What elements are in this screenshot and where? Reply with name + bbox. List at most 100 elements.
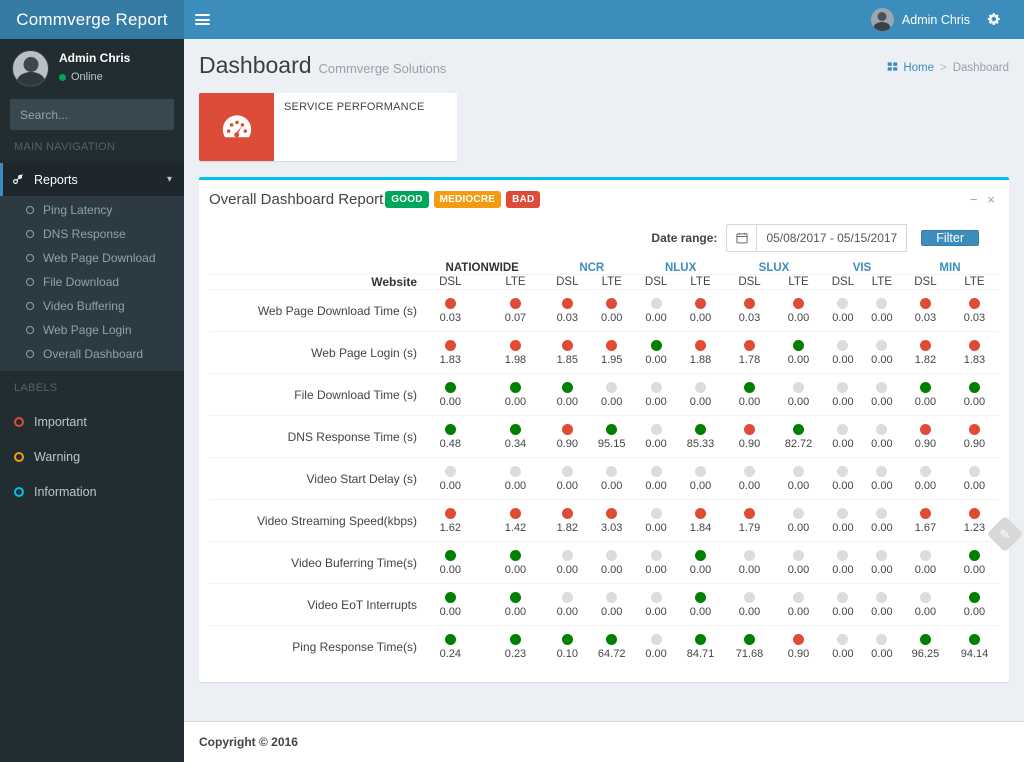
cell-value: 0.48	[439, 437, 461, 450]
status-indicator-green	[793, 339, 804, 351]
table-cell: 0.00	[725, 373, 774, 416]
status-indicator-gray	[876, 465, 888, 477]
table-body: Web Page Download Time (s) 0.03 0.07 0.03 0.…	[209, 289, 999, 668]
status-indicator-gray	[793, 591, 804, 603]
cell-value: 0.00	[738, 563, 761, 576]
sidebar-user-panel[interactable]: Admin Chris Online	[0, 39, 184, 97]
service-performance-infobox[interactable]: SERVICE PERFORMANCE	[199, 93, 457, 161]
col-header-slux-lte: LTE	[774, 274, 823, 290]
table-cell: 1.95	[587, 331, 637, 374]
cell-value: 0.00	[787, 353, 810, 366]
region-header-min[interactable]: MIN	[901, 262, 999, 275]
cell-value: 96.25	[911, 647, 940, 660]
sidebar-item-file-download[interactable]: File Download	[0, 270, 184, 294]
box-tools: − ×	[970, 193, 999, 206]
cell-value: 0.00	[963, 479, 986, 492]
cell-value: 1.83	[439, 353, 461, 366]
minimize-icon[interactable]: −	[970, 193, 978, 206]
hamburger-icon[interactable]	[184, 0, 220, 39]
cell-value: 0.03	[914, 311, 937, 324]
cell-value: 0.00	[787, 605, 810, 618]
gear-icon[interactable]	[981, 0, 1014, 39]
sidebar-item-video-buffering[interactable]: Video Buffering	[0, 294, 184, 318]
status-indicator-gray	[837, 381, 849, 393]
table-cell: 0.00	[417, 373, 484, 416]
sidebar-label-important[interactable]: Important	[0, 404, 184, 439]
cell-value: 0.90	[738, 437, 761, 450]
sidebar-item-overall-dashboard[interactable]: Overall Dashboard	[0, 342, 184, 366]
region-header-nlux[interactable]: NLUX	[636, 262, 725, 275]
cell-value: 0.03	[556, 311, 578, 324]
table-cell: 0.03	[949, 289, 999, 332]
region-header-vis[interactable]: VIS	[823, 262, 901, 275]
sidebar-item-ping-latency[interactable]: Ping Latency	[0, 198, 184, 222]
cell-value: 0.00	[600, 395, 623, 408]
breadcrumb-home[interactable]: Home	[887, 61, 934, 75]
date-range-label: Date range:	[651, 231, 718, 245]
table-cell: 0.90	[949, 415, 999, 458]
cell-value: 0.00	[871, 437, 893, 450]
table-cell: 0.00	[483, 541, 548, 584]
cell-value: 0.00	[832, 605, 854, 618]
table-cell: 0.00	[949, 373, 999, 416]
col-header-ncr-lte: LTE	[587, 274, 637, 290]
date-range-input[interactable]: 05/08/2017 - 05/15/2017	[756, 224, 908, 252]
search-box[interactable]	[10, 99, 174, 130]
cell-value: 0.00	[645, 437, 667, 450]
status-indicator-red	[509, 507, 521, 519]
status-indicator-red	[444, 507, 456, 519]
cell-value: 0.00	[504, 395, 527, 408]
date-range-group[interactable]: 05/08/2017 - 05/15/2017	[726, 224, 908, 252]
status-indicator-red	[606, 507, 618, 519]
sidebar-item-web-page-download[interactable]: Web Page Download	[0, 246, 184, 270]
table-row-label: Web Page Login (s)	[209, 331, 417, 374]
status-indicator-gray	[650, 381, 662, 393]
table-cell: 1.42	[483, 499, 548, 542]
table-cell: 0.00	[774, 541, 823, 584]
table-cell: 0.00	[862, 331, 901, 374]
status-indicator-green	[606, 633, 618, 645]
table-cell: 0.00	[823, 331, 863, 374]
region-header-slux[interactable]: SLUX	[725, 262, 823, 275]
navbar-right: Admin Chris	[860, 0, 1014, 39]
status-indicator-red	[968, 423, 980, 435]
search-input[interactable]	[11, 107, 173, 122]
table-cell: 0.90	[774, 625, 823, 668]
sidebar-item-web-page-login[interactable]: Web Page Login	[0, 318, 184, 342]
status-indicator-gray	[561, 549, 573, 561]
page-subtitle: Commverge Solutions	[318, 61, 447, 76]
region-header-ncr[interactable]: NCR	[547, 262, 636, 275]
status-indicator-gray	[509, 465, 521, 477]
status-indicator-green	[695, 549, 706, 561]
close-icon[interactable]: ×	[987, 193, 995, 206]
table-row-label: Video Buferring Time(s)	[209, 541, 417, 584]
cell-value: 0.90	[963, 437, 986, 450]
sidebar-label-warning[interactable]: Warning	[0, 439, 184, 474]
navbar-user-menu[interactable]: Admin Chris	[860, 0, 981, 39]
table-cell: 1.83	[949, 331, 999, 374]
table-cell: 0.90	[547, 415, 588, 458]
app-logo[interactable]: Commverge Report	[0, 0, 184, 39]
sidebar-item-dns-response[interactable]: DNS Response	[0, 222, 184, 246]
sidebar-item-reports[interactable]: Reports ▾	[0, 163, 184, 196]
status-indicator-gray	[876, 591, 888, 603]
cell-value: 0.00	[645, 353, 667, 366]
status-indicator-gray	[876, 381, 888, 393]
status-indicator-gray	[876, 633, 888, 645]
status-indicator-red	[561, 423, 573, 435]
table-cell: 0.00	[862, 625, 901, 668]
status-indicator-gray	[650, 423, 662, 435]
filter-button[interactable]: Filter	[921, 230, 979, 246]
status-indicator-gray	[837, 591, 849, 603]
table-cell: 0.00	[774, 583, 823, 626]
region-header-nationwide[interactable]: NATIONWIDE	[417, 262, 547, 275]
table-cell: 0.03	[417, 289, 484, 332]
status-indicator-gray	[968, 465, 980, 477]
status-indicator-gray	[876, 549, 888, 561]
status-indicator-red	[561, 297, 573, 309]
table-cell: 0.00	[823, 499, 863, 542]
cell-value: 82.72	[784, 437, 813, 450]
footer-copyright: Copyright © 2016	[199, 735, 298, 749]
sidebar-label-information[interactable]: Information	[0, 474, 184, 509]
status-indicator-gray	[606, 549, 618, 561]
